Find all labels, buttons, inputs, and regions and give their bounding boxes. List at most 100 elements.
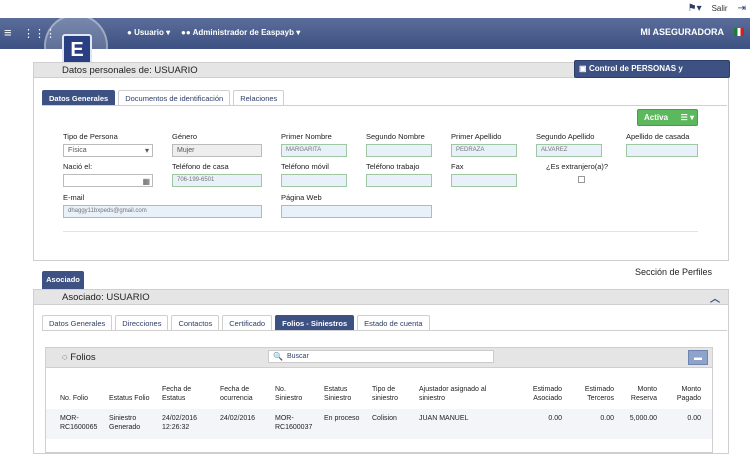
th-estatus-siniestro: Estatus Siniestro: [324, 386, 352, 402]
tab-documentos[interactable]: Documentos de identificación: [118, 90, 231, 106]
th-ajustador: Ajustador asignado al siniestro: [419, 386, 487, 402]
personal-data-title: Datos personales de: USUARIO: [62, 65, 198, 76]
segundo-nombre-label: Segundo Nombre: [366, 132, 425, 141]
td-fecha-ocurrencia: 24/02/2016: [220, 415, 256, 422]
logout-link[interactable]: Salir: [712, 4, 728, 13]
collapse-chevron-icon[interactable]: ︿: [710, 292, 720, 307]
tel-movil-input[interactable]: [281, 174, 347, 187]
tel-trabajo-input[interactable]: [366, 174, 432, 187]
td-monto-reserva: 5,000.00: [629, 415, 657, 422]
main-navbar: ≡ ⋮⋮⋮ E ● Usuario ▾ ●● Administrador de …: [0, 14, 750, 78]
fax-input[interactable]: [451, 174, 517, 187]
mexico-flag-icon[interactable]: [734, 28, 744, 36]
td-fecha-estatus: 24/02/2016 12:26:32: [162, 415, 198, 431]
extranjero-checkbox[interactable]: [578, 176, 585, 183]
user-menu-label: Usuario: [134, 28, 164, 37]
segundo-apellido-label: Segundo Apellido: [536, 132, 595, 141]
notifications-icon[interactable]: ⚑▾: [688, 3, 702, 14]
admin-menu-label: Administrador de Easpayb: [192, 28, 294, 37]
tab-certificado[interactable]: Certificado: [222, 315, 273, 331]
nacio-label: Nació el:: [63, 162, 93, 171]
control-personas-button[interactable]: ▣ Control de PERSONAS y RELACIONES: [574, 60, 730, 89]
status-label: Activa: [644, 113, 669, 122]
tipo-persona-select[interactable]: Física: [63, 144, 153, 157]
th-fecha-ocurrencia: Fecha de ocurrencia: [220, 386, 253, 402]
extranjero-label: ¿Es extranjero(a)?: [546, 162, 609, 171]
td-estimado-asociado: 0.00: [548, 415, 562, 422]
group-icon: ●●: [181, 28, 191, 37]
apellido-casada-input[interactable]: [626, 144, 698, 157]
folder-icon: ▬: [694, 353, 702, 362]
tab-direcciones[interactable]: Direcciones: [115, 315, 169, 331]
email-label: E-mail: [63, 193, 85, 202]
insurer-name: MI ASEGURADORA: [640, 27, 724, 37]
primer-nombre-label: Primer Nombre: [281, 132, 332, 141]
tab-folios-siniestros[interactable]: Folios - Siniestros: [275, 315, 355, 331]
email-input[interactable]: dhaggy11bxpeds@gmail.com: [63, 205, 262, 218]
asociado-header: Asociado: USUARIO ︿: [34, 290, 728, 305]
calendar-icon[interactable]: ▦: [142, 176, 150, 187]
asociado-tabs: Datos Generales Direcciones Contactos Ce…: [42, 315, 430, 331]
profiles-section-title: Sección de Perfiles: [635, 267, 713, 277]
th-fecha-estatus: Fecha de Estatus: [162, 386, 192, 402]
td-monto-pagado: 0.00: [687, 415, 701, 422]
folios-title: ◌ Folios: [62, 352, 96, 363]
td-no-siniestro: MOR-RC1600037: [275, 415, 313, 431]
tipo-persona-label: Tipo de Persona: [63, 132, 118, 141]
folder-button[interactable]: ▬: [688, 350, 708, 365]
td-estatus-folio: Siniestro Generado: [109, 415, 141, 431]
tel-trabajo-label: Teléfono trabajo: [366, 162, 420, 171]
tel-movil-label: Teléfono móvil: [281, 162, 329, 171]
hamburger-icon[interactable]: ≡: [4, 26, 12, 39]
tab-contactos[interactable]: Contactos: [171, 315, 220, 331]
tab-asociado[interactable]: Asociado: [42, 271, 84, 289]
admin-menu[interactable]: ●● Administrador de Easpayb ▾: [181, 28, 300, 37]
search-input[interactable]: 🔍 Buscar: [268, 350, 494, 363]
th-no-siniestro: No. Siniestro: [275, 386, 303, 402]
genero-label: Género: [172, 132, 198, 141]
apellido-casada-label: Apellido de casada: [626, 132, 690, 141]
folios-title-label: Folios: [70, 352, 96, 363]
td-ajustador: JUAN MANUEL: [419, 415, 469, 422]
th-estimado-asociado: Estimado Asociado: [532, 386, 562, 402]
tab-relaciones[interactable]: Relaciones: [233, 90, 285, 106]
th-estimado-terceros: Estimado Terceros: [584, 386, 614, 402]
th-monto-reserva: Monto Reserva: [630, 386, 657, 402]
tab-divider: [42, 105, 727, 106]
asociado-title: Asociado: USUARIO: [62, 292, 150, 303]
primer-nombre-input[interactable]: MARGARITA: [281, 144, 347, 157]
search-icon: 🔍: [273, 352, 283, 361]
menu-caret-icon[interactable]: ☰ ▾: [681, 110, 694, 125]
td-tipo-siniestro: Colision: [372, 415, 397, 422]
tab-datos-generales[interactable]: Datos Generales: [42, 90, 116, 106]
th-estatus-folio: Estatus Folio: [109, 395, 150, 402]
th-no-folio: No. Folio: [60, 395, 89, 402]
asociado-tab-divider: [42, 330, 727, 331]
web-label: Página Web: [281, 193, 322, 202]
tab-asoc-datos-generales[interactable]: Datos Generales: [42, 315, 113, 331]
primer-apellido-label: Primer Apellido: [451, 132, 502, 141]
fax-label: Fax: [451, 162, 464, 171]
primer-apellido-input[interactable]: PEDRAZA: [451, 144, 517, 157]
web-input[interactable]: [281, 205, 432, 218]
tab-estado-cuenta[interactable]: Estado de cuenta: [357, 315, 430, 331]
user-icon: ●: [127, 28, 132, 37]
form-divider: [63, 231, 698, 232]
spinner-icon: ◌: [62, 352, 68, 363]
logout-icon[interactable]: ⇥: [738, 3, 746, 14]
tel-casa-label: Teléfono de casa: [172, 162, 229, 171]
segundo-apellido-input[interactable]: ALVAREZ: [536, 144, 602, 157]
fecha-nacimiento-input[interactable]: ▦: [63, 174, 153, 187]
personal-tabs: Datos Generales Documentos de identifica…: [42, 90, 285, 106]
folios-panel: ◌ Folios 🔍 Buscar ▬ No. Folio Estatus Fo…: [45, 347, 713, 453]
th-monto-pagado: Monto Pagado: [676, 386, 701, 402]
folios-header: ◌ Folios 🔍 Buscar ▬: [46, 348, 712, 368]
tel-casa-input[interactable]: 706-199-6501: [172, 174, 262, 187]
segundo-nombre-input[interactable]: [366, 144, 432, 157]
td-no-folio[interactable]: MOR-RC1600065: [60, 414, 105, 432]
user-menu[interactable]: ● Usuario ▾: [127, 28, 170, 37]
genero-select[interactable]: Mujer: [172, 144, 262, 157]
top-strip: ⚑▾ Salir ⇥: [0, 0, 750, 18]
status-active-button[interactable]: Activa ☰ ▾: [637, 109, 698, 126]
search-placeholder: Buscar: [287, 353, 309, 360]
